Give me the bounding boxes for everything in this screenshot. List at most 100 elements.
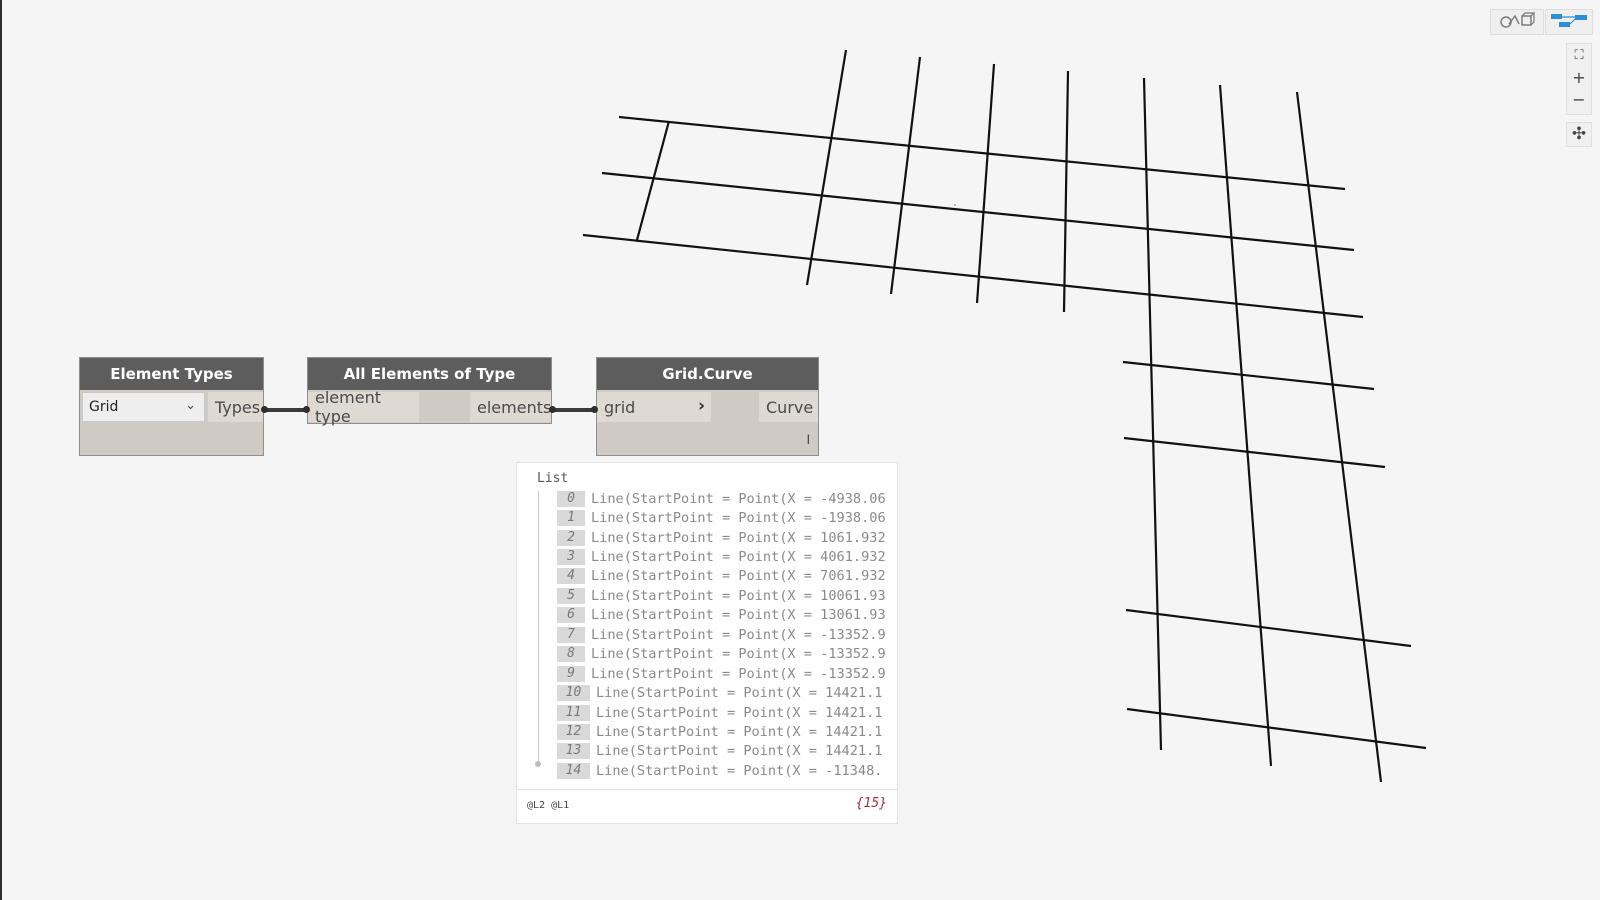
grid-line bbox=[1142, 77, 1163, 751]
list-index: 7 bbox=[557, 626, 585, 643]
list-index: 4 bbox=[557, 568, 585, 585]
all-elements-of-type-node[interactable]: All Elements of Type element type elemen… bbox=[307, 357, 552, 426]
list-value: Line(StartPoint = Point(X = -13352.9 bbox=[591, 665, 886, 682]
list-index: 14 bbox=[557, 762, 590, 779]
grid-line bbox=[889, 56, 922, 295]
grid-line bbox=[1295, 91, 1383, 783]
curve-output-port[interactable]: Curve bbox=[759, 392, 818, 422]
pan-control: ✣ bbox=[1566, 122, 1592, 147]
list-levels-label[interactable]: @L2 @L1 bbox=[527, 800, 569, 811]
list-item: 14 Line(StartPoint = Point(X = -11348. bbox=[557, 761, 886, 780]
list-value: Line(StartPoint = Point(X = 4061.932 bbox=[591, 549, 886, 566]
grid-input-port[interactable]: grid › bbox=[597, 392, 711, 422]
chevron-down-icon[interactable]: ⌄ bbox=[185, 398, 196, 413]
tree-end-dot bbox=[535, 761, 541, 767]
wire-types-to-element-type[interactable] bbox=[266, 408, 308, 412]
list-item: 8 Line(StartPoint = Point(X = -13352.9 bbox=[557, 645, 886, 664]
graph-view-icon[interactable] bbox=[1549, 12, 1589, 32]
list-value: Line(StartPoint = Point(X = 10061.93 bbox=[591, 587, 886, 604]
grid-line bbox=[582, 233, 1364, 319]
port-label: Curve bbox=[766, 397, 814, 417]
list-item: 13 Line(StartPoint = Point(X = 14421.1 bbox=[557, 742, 886, 761]
port-label: Types bbox=[215, 397, 261, 417]
element-types-node[interactable]: Element Types Grid ⌄ Types bbox=[79, 357, 264, 456]
wire-endpoint bbox=[261, 406, 268, 413]
grid-line bbox=[1125, 608, 1412, 648]
list-value: Line(StartPoint = Point(X = -13352.9 bbox=[591, 646, 886, 663]
preview-list: 0 Line(StartPoint = Point(X = -4938.06 1 Li… bbox=[557, 489, 886, 781]
list-value: Line(StartPoint = Point(X = 14421.1 bbox=[596, 685, 883, 702]
wire-endpoint bbox=[549, 406, 556, 413]
port-label: element type bbox=[315, 388, 381, 426]
preview-footer: @L2 @L1 {15} bbox=[517, 789, 897, 823]
list-value: Line(StartPoint = Point(X = 14421.1 bbox=[596, 704, 883, 721]
grid-curve-node[interactable]: Grid.Curve grid › Curve l bbox=[596, 357, 819, 456]
pan-move-icon[interactable]: ✣ bbox=[1567, 123, 1591, 145]
list-index: 3 bbox=[557, 549, 585, 566]
grid-line bbox=[1218, 84, 1273, 767]
wire-endpoint bbox=[591, 406, 598, 413]
list-index: 1 bbox=[557, 510, 585, 527]
graph-view-toggle[interactable] bbox=[1545, 9, 1593, 35]
grid-line bbox=[1122, 360, 1375, 391]
geometry-view-toggle[interactable] bbox=[1490, 9, 1544, 35]
port-label: grid bbox=[604, 397, 636, 417]
list-item: 2 Line(StartPoint = Point(X = 1061.932 bbox=[557, 528, 886, 547]
list-item: 10 Line(StartPoint = Point(X = 14421.1 bbox=[557, 683, 886, 702]
zoom-controls: ⛶ + − bbox=[1566, 43, 1592, 115]
lacing-indicator: l bbox=[806, 433, 810, 447]
canvas-workspace[interactable]: Element Types Grid ⌄ Types All Elements … bbox=[0, 0, 1600, 900]
zoom-extents-icon[interactable]: ⛶ bbox=[1567, 44, 1591, 66]
item-count: {15} bbox=[855, 796, 887, 811]
port-label: elements bbox=[477, 397, 552, 417]
list-item: 6 Line(StartPoint = Point(X = 13061.93 bbox=[557, 606, 886, 625]
plus-icon[interactable]: + bbox=[1567, 66, 1591, 88]
list-value: Line(StartPoint = Point(X = 14421.1 bbox=[596, 723, 883, 740]
list-item: 11 Line(StartPoint = Point(X = 14421.1 bbox=[557, 703, 886, 722]
list-item: 1 Line(StartPoint = Point(X = -1938.06 bbox=[557, 508, 886, 527]
list-value: Line(StartPoint = Point(X = 7061.932 bbox=[591, 568, 886, 585]
list-value: Line(StartPoint = Point(X = -4938.06 bbox=[591, 490, 886, 507]
node-preview-bubble[interactable]: List 0 Line(StartPoint = Point(X = -4938.… bbox=[516, 462, 898, 824]
list-index: 2 bbox=[557, 529, 585, 546]
list-index: 12 bbox=[557, 723, 590, 740]
node-body-spacer bbox=[711, 392, 759, 422]
element-type-input-port[interactable]: element type bbox=[308, 388, 419, 426]
node-title: Element Types bbox=[80, 358, 263, 390]
list-item: 3 Line(StartPoint = Point(X = 4061.932 bbox=[557, 547, 886, 566]
grid-line bbox=[805, 49, 848, 286]
grid-line bbox=[975, 63, 996, 304]
geometry-point bbox=[954, 204, 956, 206]
grid-line bbox=[1123, 436, 1386, 469]
node-title: Grid.Curve bbox=[597, 358, 818, 390]
grid-line bbox=[601, 171, 1355, 252]
list-index: 6 bbox=[557, 607, 585, 624]
list-index: 9 bbox=[557, 665, 585, 682]
list-item: 0 Line(StartPoint = Point(X = -4938.06 bbox=[557, 489, 886, 508]
list-item: 12 Line(StartPoint = Point(X = 14421.1 bbox=[557, 722, 886, 741]
list-item: 4 Line(StartPoint = Point(X = 7061.932 bbox=[557, 567, 886, 586]
wire-elements-to-grid[interactable] bbox=[554, 408, 596, 412]
list-header: List bbox=[537, 471, 569, 486]
list-value: Line(StartPoint = Point(X = -1938.06 bbox=[591, 510, 886, 527]
grid-line bbox=[635, 120, 671, 241]
list-index: 10 bbox=[557, 685, 590, 702]
chevron-right-icon[interactable]: › bbox=[698, 396, 705, 416]
list-index: 13 bbox=[557, 743, 590, 760]
node-title: All Elements of Type bbox=[308, 358, 551, 390]
tree-line bbox=[538, 491, 539, 763]
elements-output-port[interactable]: elements bbox=[470, 392, 551, 422]
dropdown-value: Grid bbox=[89, 399, 119, 415]
minus-icon[interactable]: − bbox=[1567, 88, 1591, 110]
list-value: Line(StartPoint = Point(X = 14421.1 bbox=[596, 743, 883, 760]
grid-line bbox=[618, 115, 1346, 191]
list-item: 7 Line(StartPoint = Point(X = -13352.9 bbox=[557, 625, 886, 644]
node-body-spacer bbox=[419, 392, 470, 422]
list-index: 8 bbox=[557, 646, 585, 663]
types-output-port[interactable]: Types bbox=[208, 392, 263, 422]
element-type-dropdown[interactable]: Grid ⌄ bbox=[82, 392, 205, 422]
wire-endpoint bbox=[303, 406, 310, 413]
geometry-view-icon[interactable] bbox=[1497, 12, 1537, 32]
list-index: 11 bbox=[557, 704, 590, 721]
list-item: 5 Line(StartPoint = Point(X = 10061.93 bbox=[557, 586, 886, 605]
